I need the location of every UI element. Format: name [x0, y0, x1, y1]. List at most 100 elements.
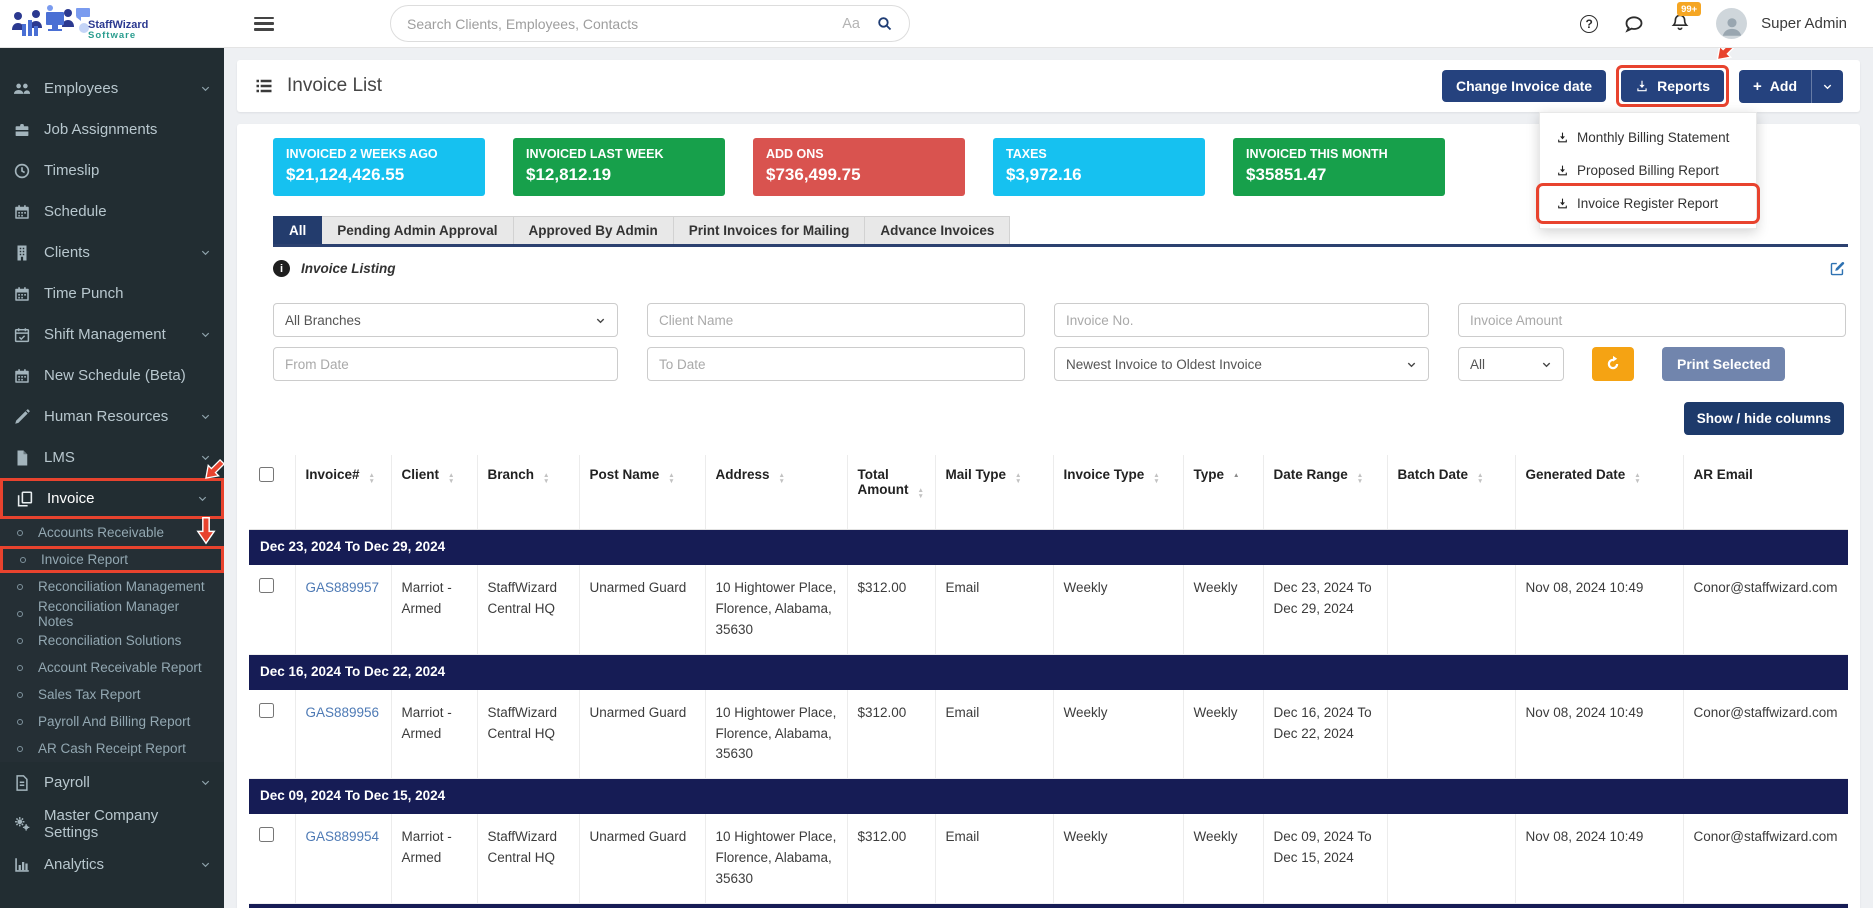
submenu-item-payroll-and-billing-report[interactable]: Payroll And Billing Report — [0, 708, 224, 735]
submenu-item-reconciliation-manager-notes[interactable]: Reconciliation Manager Notes — [0, 600, 224, 627]
sidebar-item-label: Human Resources — [44, 408, 168, 425]
sidebar-item-human-resources[interactable]: Human Resources — [0, 396, 224, 437]
refresh-icon — [1604, 355, 1622, 373]
change-invoice-date-button[interactable]: Change Invoice date — [1442, 70, 1606, 102]
user-name[interactable]: Super Admin — [1761, 15, 1847, 32]
match-case-toggle[interactable]: Aa — [842, 16, 860, 32]
sidebar-item-schedule[interactable]: Schedule — [0, 191, 224, 232]
invoice-link[interactable]: GAS889954 — [306, 829, 380, 844]
invoice-table-wrap: Invoice#▲▼Client▲▼Branch▲▼Post Name▲▼Add… — [249, 455, 1848, 908]
sidebar-item-clients[interactable]: Clients — [0, 232, 224, 273]
invoice-no-input[interactable] — [1054, 303, 1429, 337]
search-input[interactable] — [407, 16, 834, 32]
column-header-type[interactable]: Type▲ — [1183, 455, 1263, 530]
tab-advance-invoices[interactable]: Advance Invoices — [865, 216, 1010, 244]
help-icon[interactable]: ? — [1580, 15, 1598, 33]
cell-invoice-type: Weekly — [1053, 690, 1183, 779]
table-row: GAS889957Marriot - ArmedStaffWizard Cent… — [249, 565, 1848, 654]
cell-ar-email: Conor@staffwizard.com — [1683, 690, 1848, 779]
tab-print-invoices-for-mailing[interactable]: Print Invoices for Mailing — [674, 216, 866, 244]
chat-icon[interactable] — [1624, 14, 1644, 34]
invoice-amount-input[interactable] — [1458, 303, 1846, 337]
reports-menu-item-monthly-billing-statement[interactable]: Monthly Billing Statement — [1540, 121, 1756, 154]
client-name-input[interactable] — [647, 303, 1025, 337]
brand-text: StaffWizard Software — [88, 20, 148, 42]
column-header-branch[interactable]: Branch▲▼ — [477, 455, 579, 530]
sidebar-item-payroll[interactable]: Payroll — [0, 762, 224, 803]
add-dropdown-caret[interactable] — [1811, 70, 1843, 103]
search-icon[interactable] — [876, 15, 893, 32]
submenu-item-accounts-receivable[interactable]: Accounts Receivable — [0, 519, 224, 546]
sort-order-select[interactable]: Newest Invoice to Oldest Invoice — [1054, 347, 1429, 381]
sort-icon: ▲▼ — [1477, 473, 1483, 484]
pencil-icon — [13, 408, 31, 426]
column-header-client[interactable]: Client▲▼ — [391, 455, 477, 530]
sidebar-item-new-schedule-beta[interactable]: New Schedule (Beta) — [0, 355, 224, 396]
sidebar-item-invoice[interactable]: Invoice — [0, 478, 224, 519]
sort-icon: ▲▼ — [1634, 473, 1640, 484]
reports-menu-item-proposed-billing-report[interactable]: Proposed Billing Report — [1540, 154, 1756, 187]
status-select[interactable]: All — [1458, 347, 1564, 381]
sidebar-item-time-punch[interactable]: Time Punch — [0, 273, 224, 314]
submenu-item-reconciliation-management[interactable]: Reconciliation Management — [0, 573, 224, 600]
stat-card-invoiced-last-week: INVOICED LAST WEEK $12,812.19 — [513, 138, 725, 196]
sidebar-item-employees[interactable]: Employees — [0, 68, 224, 109]
column-header-post-name[interactable]: Post Name▲▼ — [579, 455, 705, 530]
user-avatar[interactable] — [1716, 8, 1747, 39]
sidebar-item-shift-management[interactable]: Shift Management — [0, 314, 224, 355]
column-header-date-range[interactable]: Date Range▲▼ — [1263, 455, 1387, 530]
row-checkbox[interactable] — [259, 578, 274, 593]
submenu-item-sales-tax-report[interactable]: Sales Tax Report — [0, 681, 224, 708]
bullet-circle-icon — [17, 665, 23, 671]
submenu-item-reconciliation-solutions[interactable]: Reconciliation Solutions — [0, 627, 224, 654]
row-checkbox[interactable] — [259, 703, 274, 718]
sidebar-item-job-assignments[interactable]: Job Assignments — [0, 109, 224, 150]
add-button[interactable]: +Add — [1739, 70, 1811, 103]
sidebar-item-timeslip[interactable]: Timeslip — [0, 150, 224, 191]
column-header-batch-date[interactable]: Batch Date▲▼ — [1387, 455, 1515, 530]
cell-total: $312.00 — [847, 565, 935, 654]
row-checkbox[interactable] — [259, 827, 274, 842]
branch-select[interactable]: All Branches — [273, 303, 618, 337]
submenu-item-label: Accounts Receivable — [38, 525, 164, 540]
column-header-invoice-type[interactable]: Invoice Type▲▼ — [1053, 455, 1183, 530]
submenu-item-invoice-report[interactable]: Invoice Report — [0, 546, 224, 573]
print-selected-button[interactable]: Print Selected — [1662, 347, 1785, 381]
tab-approved-by-admin[interactable]: Approved By Admin — [514, 216, 674, 244]
notifications-bell[interactable]: 99+ — [1670, 12, 1690, 35]
show-hide-columns-button[interactable]: Show / hide columns — [1684, 402, 1844, 435]
column-header-generated-date[interactable]: Generated Date▲▼ — [1515, 455, 1683, 530]
edit-icon[interactable] — [1829, 260, 1846, 277]
add-split-button: +Add — [1739, 70, 1843, 103]
to-date-input[interactable] — [647, 347, 1025, 381]
column-header-address[interactable]: Address▲▼ — [705, 455, 847, 530]
invoice-link[interactable]: GAS889956 — [306, 705, 380, 720]
invoice-link[interactable]: GAS889957 — [306, 580, 380, 595]
chevron-down-icon — [200, 859, 211, 870]
invoice-panel: INVOICED 2 WEEKS AGO $21,124,426.55 INVO… — [237, 124, 1860, 908]
reports-menu-item-invoice-register-report[interactable]: Invoice Register Report — [1540, 187, 1756, 220]
sidebar: Employees Job Assignments Timeslip Sched… — [0, 48, 224, 908]
tab-pending-admin-approval[interactable]: Pending Admin Approval — [322, 216, 513, 244]
column-header-total-amount[interactable]: Total Amount▲▼ — [847, 455, 935, 530]
bullet-circle-icon — [17, 719, 23, 725]
column-header-ar-email[interactable]: AR Email — [1683, 455, 1848, 530]
tab-all[interactable]: All — [273, 216, 322, 244]
sidebar-item-analytics[interactable]: Analytics — [0, 844, 224, 885]
sidebar-item-lms[interactable]: LMS — [0, 437, 224, 478]
select-all-checkbox[interactable] — [259, 467, 274, 482]
column-header-mail-type[interactable]: Mail Type▲▼ — [935, 455, 1053, 530]
reports-button[interactable]: Reports — [1621, 70, 1724, 102]
refresh-button[interactable] — [1592, 347, 1634, 381]
submenu-item-label: Account Receivable Report — [38, 660, 202, 675]
submenu-item-ar-cash-receipt-report[interactable]: AR Cash Receipt Report — [0, 735, 224, 762]
sidebar-item-master-company-settings[interactable]: Master Company Settings — [0, 803, 224, 844]
cell-type: Weekly — [1183, 814, 1263, 903]
submenu-item-account-receivable-report[interactable]: Account Receivable Report — [0, 654, 224, 681]
column-header-invoice[interactable]: Invoice#▲▼ — [295, 455, 391, 530]
sidebar-item-label: Employees — [44, 80, 118, 97]
stat-value: $3,972.16 — [1006, 165, 1192, 185]
from-date-input[interactable] — [273, 347, 618, 381]
hamburger-menu-icon[interactable] — [254, 17, 274, 31]
clock-icon — [13, 162, 31, 180]
